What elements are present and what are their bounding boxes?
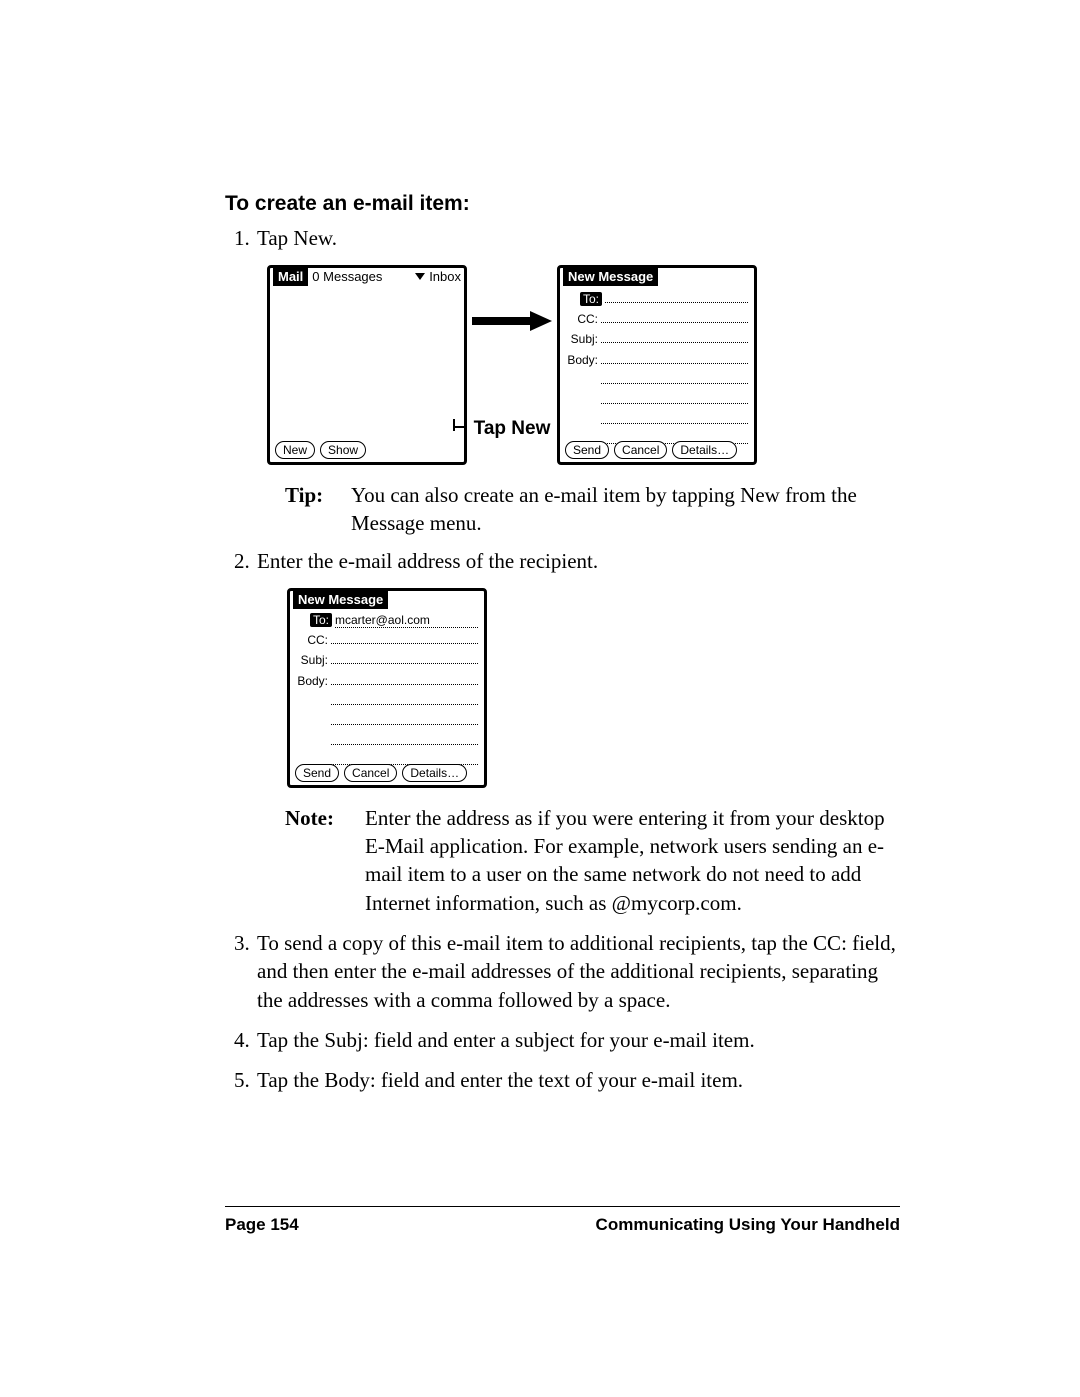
page-footer: Page 154 Communicating Using Your Handhe… xyxy=(225,1214,900,1237)
details-button-2[interactable]: Details… xyxy=(402,764,467,782)
steps-list: Tap New. Mail 0 Messages Inbox New xyxy=(225,224,900,1094)
subj-label: Subj: xyxy=(562,331,601,347)
newmsg2-titlebar: New Message xyxy=(290,591,484,609)
details-button[interactable]: Details… xyxy=(672,441,737,459)
footer-section-title: Communicating Using Your Handheld xyxy=(596,1214,900,1237)
new-message-screen: New Message To: CC: Subj: xyxy=(557,265,757,465)
newmsg-titlebar: New Message xyxy=(560,268,754,286)
footer-rule xyxy=(225,1206,900,1207)
new-message-screen-filled: New Message To: mcarter@aol.com CC: Subj… xyxy=(287,588,487,788)
body-label-2: Body: xyxy=(292,673,331,689)
mail-button-row: New Show xyxy=(275,441,366,459)
subj-field-2[interactable] xyxy=(331,649,478,664)
cc-field[interactable] xyxy=(601,308,748,323)
newmsg-title: New Message xyxy=(563,268,658,286)
step-1-text: Tap New. xyxy=(257,226,337,250)
step-3: To send a copy of this e-mail item to ad… xyxy=(255,929,900,1014)
figure-step-1: Mail 0 Messages Inbox New Show xyxy=(267,265,900,465)
step-1: Tap New. Mail 0 Messages Inbox New xyxy=(255,224,900,537)
show-button[interactable]: Show xyxy=(320,441,366,459)
tip-body: You can also create an e-mail item by ta… xyxy=(351,481,900,538)
new-button[interactable]: New xyxy=(275,441,315,459)
arrow-column: Tap New xyxy=(467,265,557,442)
step-4: Tap the Subj: field and enter a subject … xyxy=(255,1026,900,1054)
newmsg2-button-row: Send Cancel Details… xyxy=(295,764,467,782)
tip-block: Tip: You can also create an e-mail item … xyxy=(285,481,900,538)
cc-label-2: CC: xyxy=(292,632,331,648)
to-field-2[interactable]: mcarter@aol.com xyxy=(335,613,478,628)
newmsg-fields: To: CC: Subj: Body: xyxy=(560,288,754,465)
body-field-line[interactable] xyxy=(331,730,478,745)
send-button[interactable]: Send xyxy=(565,441,609,459)
manual-page: To create an e-mail item: Tap New. Mail … xyxy=(0,0,1080,1397)
mail-screen: Mail 0 Messages Inbox New Show xyxy=(267,265,467,465)
tip-lead: Tip: xyxy=(285,481,351,538)
footer-page-number: Page 154 xyxy=(225,1214,299,1237)
note-lead: Note: xyxy=(285,804,365,917)
note-body: Enter the address as if you were enterin… xyxy=(365,804,900,917)
figure-step-2: New Message To: mcarter@aol.com CC: Subj… xyxy=(287,588,900,788)
body-field-line[interactable] xyxy=(601,389,748,404)
to-label: To: xyxy=(580,292,602,306)
to-label-2: To: xyxy=(310,613,332,627)
newmsg2-title: New Message xyxy=(293,591,388,609)
procedure-heading: To create an e-mail item: xyxy=(225,190,900,218)
mail-title: Mail xyxy=(273,268,308,286)
tap-new-callout: Tap New xyxy=(467,416,557,442)
chevron-down-icon xyxy=(415,273,425,280)
subj-field[interactable] xyxy=(601,328,748,343)
cc-field-2[interactable] xyxy=(331,629,478,644)
body-field-line[interactable] xyxy=(331,710,478,725)
body-field-line[interactable] xyxy=(601,369,748,384)
send-button-2[interactable]: Send xyxy=(295,764,339,782)
folder-dropdown[interactable]: Inbox xyxy=(415,268,461,286)
mail-titlebar: Mail 0 Messages Inbox xyxy=(270,268,464,286)
body-label: Body: xyxy=(562,352,601,368)
step-2-text: Enter the e-mail address of the recipien… xyxy=(257,549,598,573)
step-3-text: To send a copy of this e-mail item to ad… xyxy=(257,931,896,1012)
body-field-line[interactable] xyxy=(331,690,478,705)
step-2: Enter the e-mail address of the recipien… xyxy=(255,547,900,917)
subj-label-2: Subj: xyxy=(292,652,331,668)
step-4-text: Tap the Subj: field and enter a subject … xyxy=(257,1028,755,1052)
folder-label: Inbox xyxy=(429,268,461,286)
cc-label: CC: xyxy=(562,311,601,327)
cancel-button-2[interactable]: Cancel xyxy=(344,764,397,782)
newmsg-button-row: Send Cancel Details… xyxy=(565,441,737,459)
step-5-text: Tap the Body: field and enter the text o… xyxy=(257,1068,743,1092)
newmsg2-fields: To: mcarter@aol.com CC: Subj: Body: xyxy=(290,611,484,788)
body-field-2[interactable] xyxy=(331,670,478,685)
mail-message-count: 0 Messages xyxy=(312,268,382,286)
to-field[interactable] xyxy=(605,288,748,303)
step-5: Tap the Body: field and enter the text o… xyxy=(255,1066,900,1094)
cancel-button[interactable]: Cancel xyxy=(614,441,667,459)
body-field-line-1[interactable] xyxy=(601,349,748,364)
right-arrow-icon xyxy=(472,311,552,331)
note-block: Note: Enter the address as if you were e… xyxy=(285,804,900,917)
body-field-line[interactable] xyxy=(601,409,748,424)
